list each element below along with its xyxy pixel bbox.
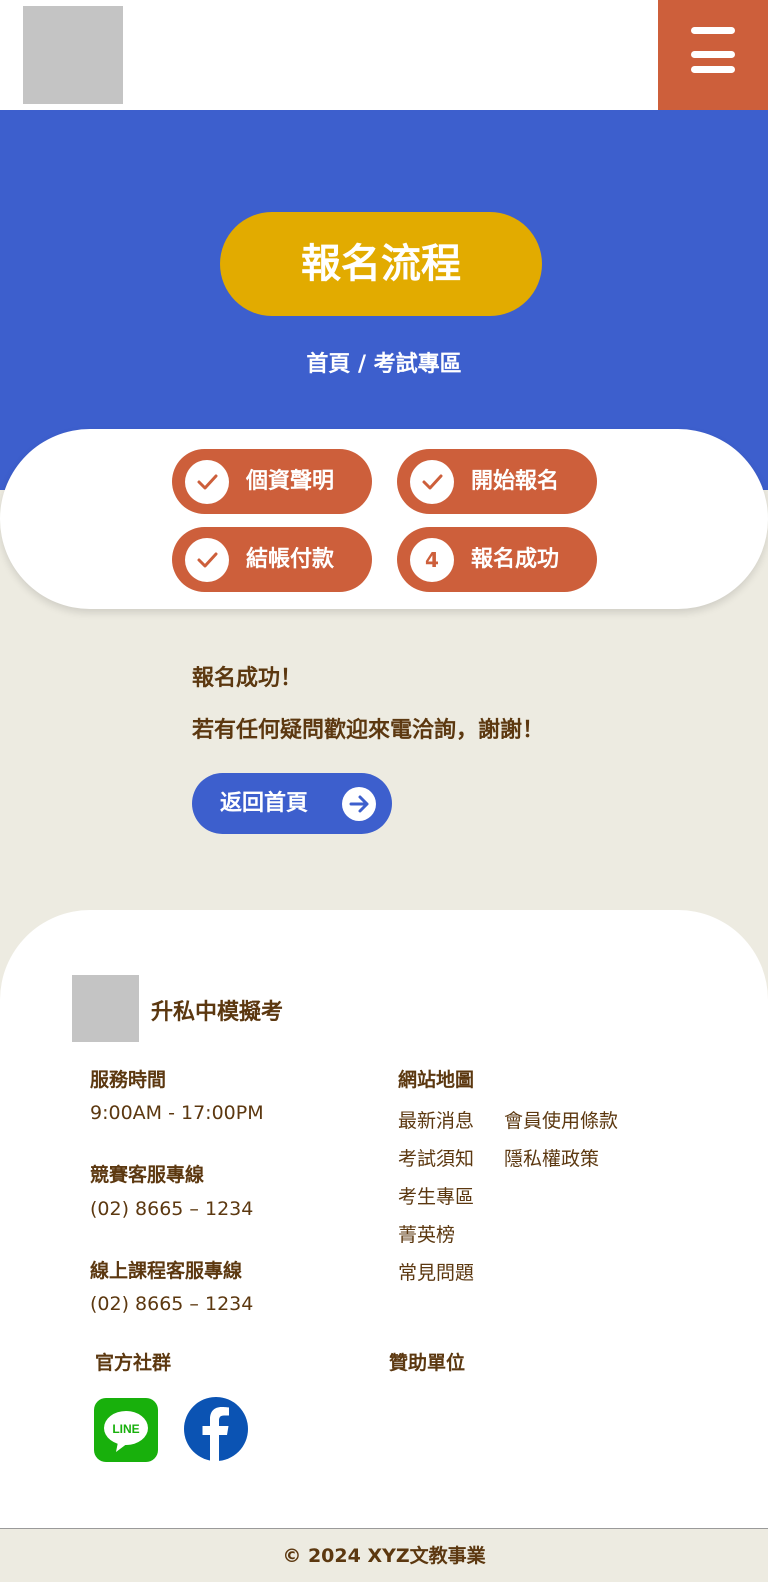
step-label: 報名成功 (471, 547, 560, 572)
social-label: 官方社群 (95, 1352, 172, 1374)
step-payment: 結帳付款 (172, 527, 372, 592)
service-hours-label: 服務時間 (90, 1069, 167, 1091)
copyright-text: © 2024 XYZ文教事業 (282, 1545, 486, 1567)
success-message: 若有任何疑問歡迎來電洽詢，謝謝！ (192, 718, 545, 743)
sitemap-link[interactable]: 最新消息 (398, 1106, 474, 1133)
sitemap-link[interactable]: 考試須知 (398, 1144, 474, 1171)
back-home-button[interactable]: 返回首頁 (192, 773, 392, 834)
hamburger-menu-icon (691, 27, 735, 34)
check-icon (185, 460, 229, 504)
line-icon[interactable]: LINE (94, 1398, 158, 1462)
step-label: 個資聲明 (246, 469, 335, 494)
step-label: 結帳付款 (246, 547, 335, 572)
footer-brand: 升私中模擬考 (151, 1000, 284, 1025)
sitemap-link[interactable]: 會員使用條款 (504, 1106, 618, 1133)
sitemap-label: 網站地圖 (398, 1069, 475, 1091)
facebook-icon[interactable] (184, 1397, 248, 1461)
footer-logo[interactable] (72, 975, 139, 1042)
sitemap-link[interactable]: 隱私權政策 (504, 1144, 599, 1171)
contest-line-label: 競賽客服專線 (90, 1164, 205, 1186)
back-home-label: 返回首頁 (220, 791, 309, 816)
step-success: 4 報名成功 (397, 527, 597, 592)
menu-button[interactable] (658, 0, 768, 110)
sitemap-link[interactable]: 常見問題 (398, 1258, 474, 1285)
steps-card: 個資聲明 開始報名 結帳付款 4 報名成功 (0, 429, 768, 609)
copyright-bar: © 2024 XYZ文教事業 (0, 1528, 768, 1582)
course-line-label: 線上課程客服專線 (90, 1260, 243, 1282)
page-title: 報名流程 (301, 241, 461, 287)
sitemap-link[interactable]: 菁英榜 (398, 1220, 455, 1247)
arrow-right-icon (342, 787, 376, 821)
check-icon (185, 538, 229, 582)
check-icon (410, 460, 454, 504)
svg-text:LINE: LINE (112, 1422, 139, 1436)
site-header (0, 0, 768, 110)
service-hours: 9:00AM - 17:00PM (90, 1102, 264, 1124)
step-privacy: 個資聲明 (172, 449, 372, 514)
step-number-badge: 4 (410, 538, 454, 582)
sitemap-link[interactable]: 考生專區 (398, 1182, 474, 1209)
hamburger-menu-icon-line (691, 66, 735, 73)
site-footer: 升私中模擬考 服務時間 9:00AM - 17:00PM 競賽客服專線 (02)… (0, 910, 768, 1528)
contest-line[interactable]: (02) 8665 – 1234 (90, 1198, 253, 1220)
step-label: 開始報名 (471, 469, 560, 494)
sponsor-label: 贊助單位 (389, 1352, 466, 1374)
hamburger-menu-icon-line (691, 51, 735, 58)
success-title: 報名成功！ (192, 666, 303, 691)
step-start: 開始報名 (397, 449, 597, 514)
site-logo[interactable] (23, 6, 123, 104)
course-line[interactable]: (02) 8665 – 1234 (90, 1293, 253, 1315)
breadcrumb[interactable]: 首頁 / 考試專區 (0, 346, 768, 378)
